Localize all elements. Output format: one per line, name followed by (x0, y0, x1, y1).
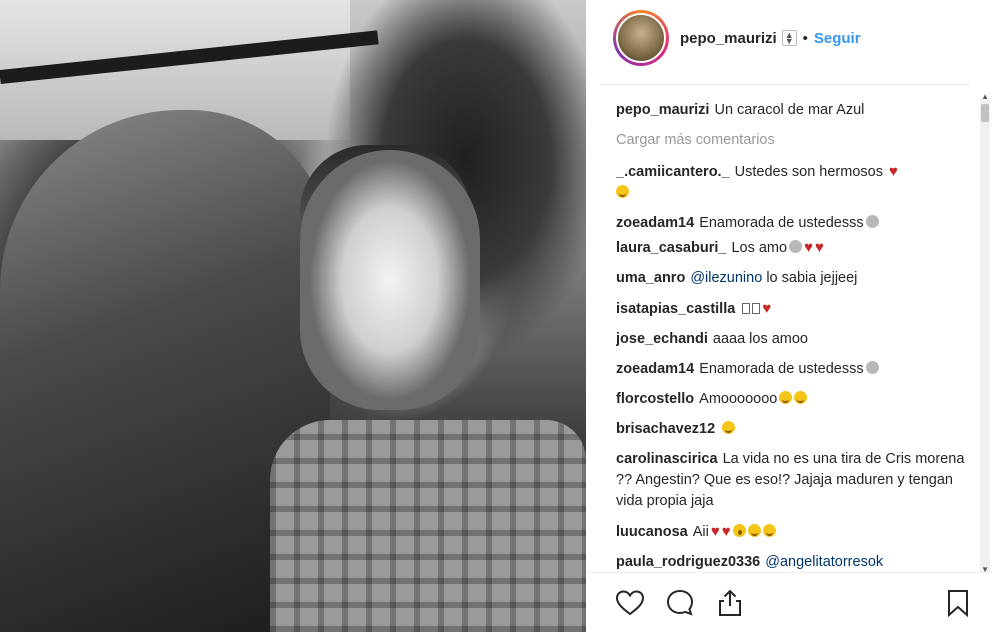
post-header: pepo_maurizi ▲ ▼ • Seguir (613, 10, 861, 66)
caption-username[interactable]: pepo_maurizi (616, 102, 709, 118)
comment-username[interactable]: zoeadam14 (616, 361, 694, 377)
photo-plaid-shirt (270, 420, 586, 632)
heart-eyes-emoji-icon (794, 391, 808, 404)
comment-username[interactable]: brisachavez12 (616, 421, 715, 437)
comment-text: aaaa los amoo (712, 331, 808, 347)
share-button[interactable] (714, 587, 746, 619)
heart-eyes-emoji-icon (779, 391, 793, 404)
updown-arrows-icon: ▲ ▼ (781, 30, 797, 46)
list-item: florcostello Amooooooo (616, 389, 966, 410)
red-heart-emoji-icon: ♥ (804, 239, 813, 256)
list-item: zoeadam14 Enamorada de ustedesss (616, 359, 966, 380)
post-side-panel: pepo_maurizi ▲ ▼ • Seguir pepo_maurizi Un … (586, 0, 992, 632)
list-item: carolinascirica La vida no es una tira de… (616, 449, 966, 512)
avatar-story-ring[interactable] (613, 10, 669, 66)
comment-username[interactable]: zoeadam14 (616, 215, 694, 231)
heart-outline-icon (615, 590, 645, 616)
list-item: paula_rodriguez0336 @angelitatorresok (616, 552, 966, 572)
header-divider (600, 84, 970, 85)
comments-scrollbar[interactable] (980, 100, 990, 572)
comments-list[interactable]: pepo_maurizi Un caracol de mar Azul Carga… (616, 96, 966, 572)
comment-username[interactable]: laura_casaburi_ (616, 240, 726, 256)
follow-button[interactable]: Seguir (814, 30, 861, 47)
bookmark-icon (948, 590, 968, 618)
list-item: zoeadam14 Enamorada de ustedesss (616, 213, 966, 234)
comment-username[interactable]: luucanosa (616, 524, 688, 540)
comment-text: Enamorada de ustedesss (699, 361, 864, 377)
header-separator: • (802, 29, 808, 47)
red-heart-emoji-icon: ♥ (721, 523, 731, 540)
heart-eyes-emoji-icon (762, 524, 776, 537)
astonished-face-emoji-icon (732, 524, 746, 537)
red-heart-emoji-icon: ♥ (710, 523, 720, 540)
missing-glyph-icon (752, 303, 761, 314)
speech-bubble-icon (666, 589, 694, 616)
list-item: isatapias_castilla ♥ (616, 298, 966, 320)
caption-text: Un caracol de mar Azul (714, 102, 865, 118)
save-button[interactable] (942, 587, 974, 619)
list-item: laura_casaburi_ Los amo ♥ ♥ (616, 237, 966, 259)
action-bar (586, 572, 992, 632)
scrollbar-thumb[interactable] (981, 104, 989, 122)
comment-mention-link[interactable]: @angelitatorresok (765, 554, 883, 570)
avatar[interactable] (616, 13, 666, 63)
cat-face-emoji-icon (865, 215, 879, 228)
red-heart-emoji-icon: ♥ (762, 300, 772, 317)
heart-eyes-emoji-icon (747, 524, 761, 537)
comment-text: Los amo (731, 240, 788, 256)
list-item: jose_echandi aaaa los amoo (616, 329, 966, 350)
comment-username[interactable]: isatapias_castilla (616, 301, 735, 317)
header-username[interactable]: pepo_maurizi (680, 30, 777, 47)
list-item: luucanosa Aii ♥ ♥ (616, 521, 966, 543)
list-item: uma_anro @ilezunino lo sabia jejjeej (616, 268, 966, 289)
comment-text: Aii (692, 524, 709, 540)
comment-username[interactable]: uma_anro (616, 270, 685, 286)
missing-glyph-icon (742, 303, 751, 314)
comment-mention-link[interactable]: @ilezunino (690, 270, 762, 286)
post-photo (0, 0, 586, 632)
smiling-face-emoji-icon (616, 185, 629, 198)
comment-text: lo sabia jejjeej (766, 270, 858, 286)
like-button[interactable] (614, 587, 646, 619)
comment-text: Enamorada de ustedesss (699, 215, 864, 231)
comment-username[interactable]: florcostello (616, 391, 694, 407)
photo-man-face (300, 150, 480, 410)
comment-username[interactable]: jose_echandi (616, 331, 708, 347)
red-heart-emoji-icon: ♥ (888, 163, 898, 180)
comment-username[interactable]: _.camiicantero._ (616, 164, 730, 180)
comment-text: Amooooooo (699, 391, 778, 407)
cat-face-emoji-icon (865, 361, 879, 374)
scroll-up-arrow-icon[interactable]: ▲ (981, 92, 989, 101)
caption: pepo_maurizi Un caracol de mar Azul (616, 100, 966, 121)
comment-button[interactable] (664, 587, 696, 619)
smiling-face-emoji-icon (722, 421, 736, 434)
share-upload-icon (719, 589, 741, 616)
list-item: brisachavez12 (616, 419, 966, 440)
comment-text: Ustedes son hermosos (734, 164, 883, 180)
red-heart-emoji-icon: ♥ (814, 239, 824, 256)
load-more-comments-button[interactable]: Cargar más comentarios (616, 130, 966, 151)
comment-username[interactable]: carolinascirica (616, 451, 718, 467)
list-item: _.camiicantero._ Ustedes son hermosos ♥ (616, 161, 966, 204)
cat-face-emoji-icon (789, 240, 803, 253)
comment-username[interactable]: paula_rodriguez0336 (616, 554, 760, 570)
